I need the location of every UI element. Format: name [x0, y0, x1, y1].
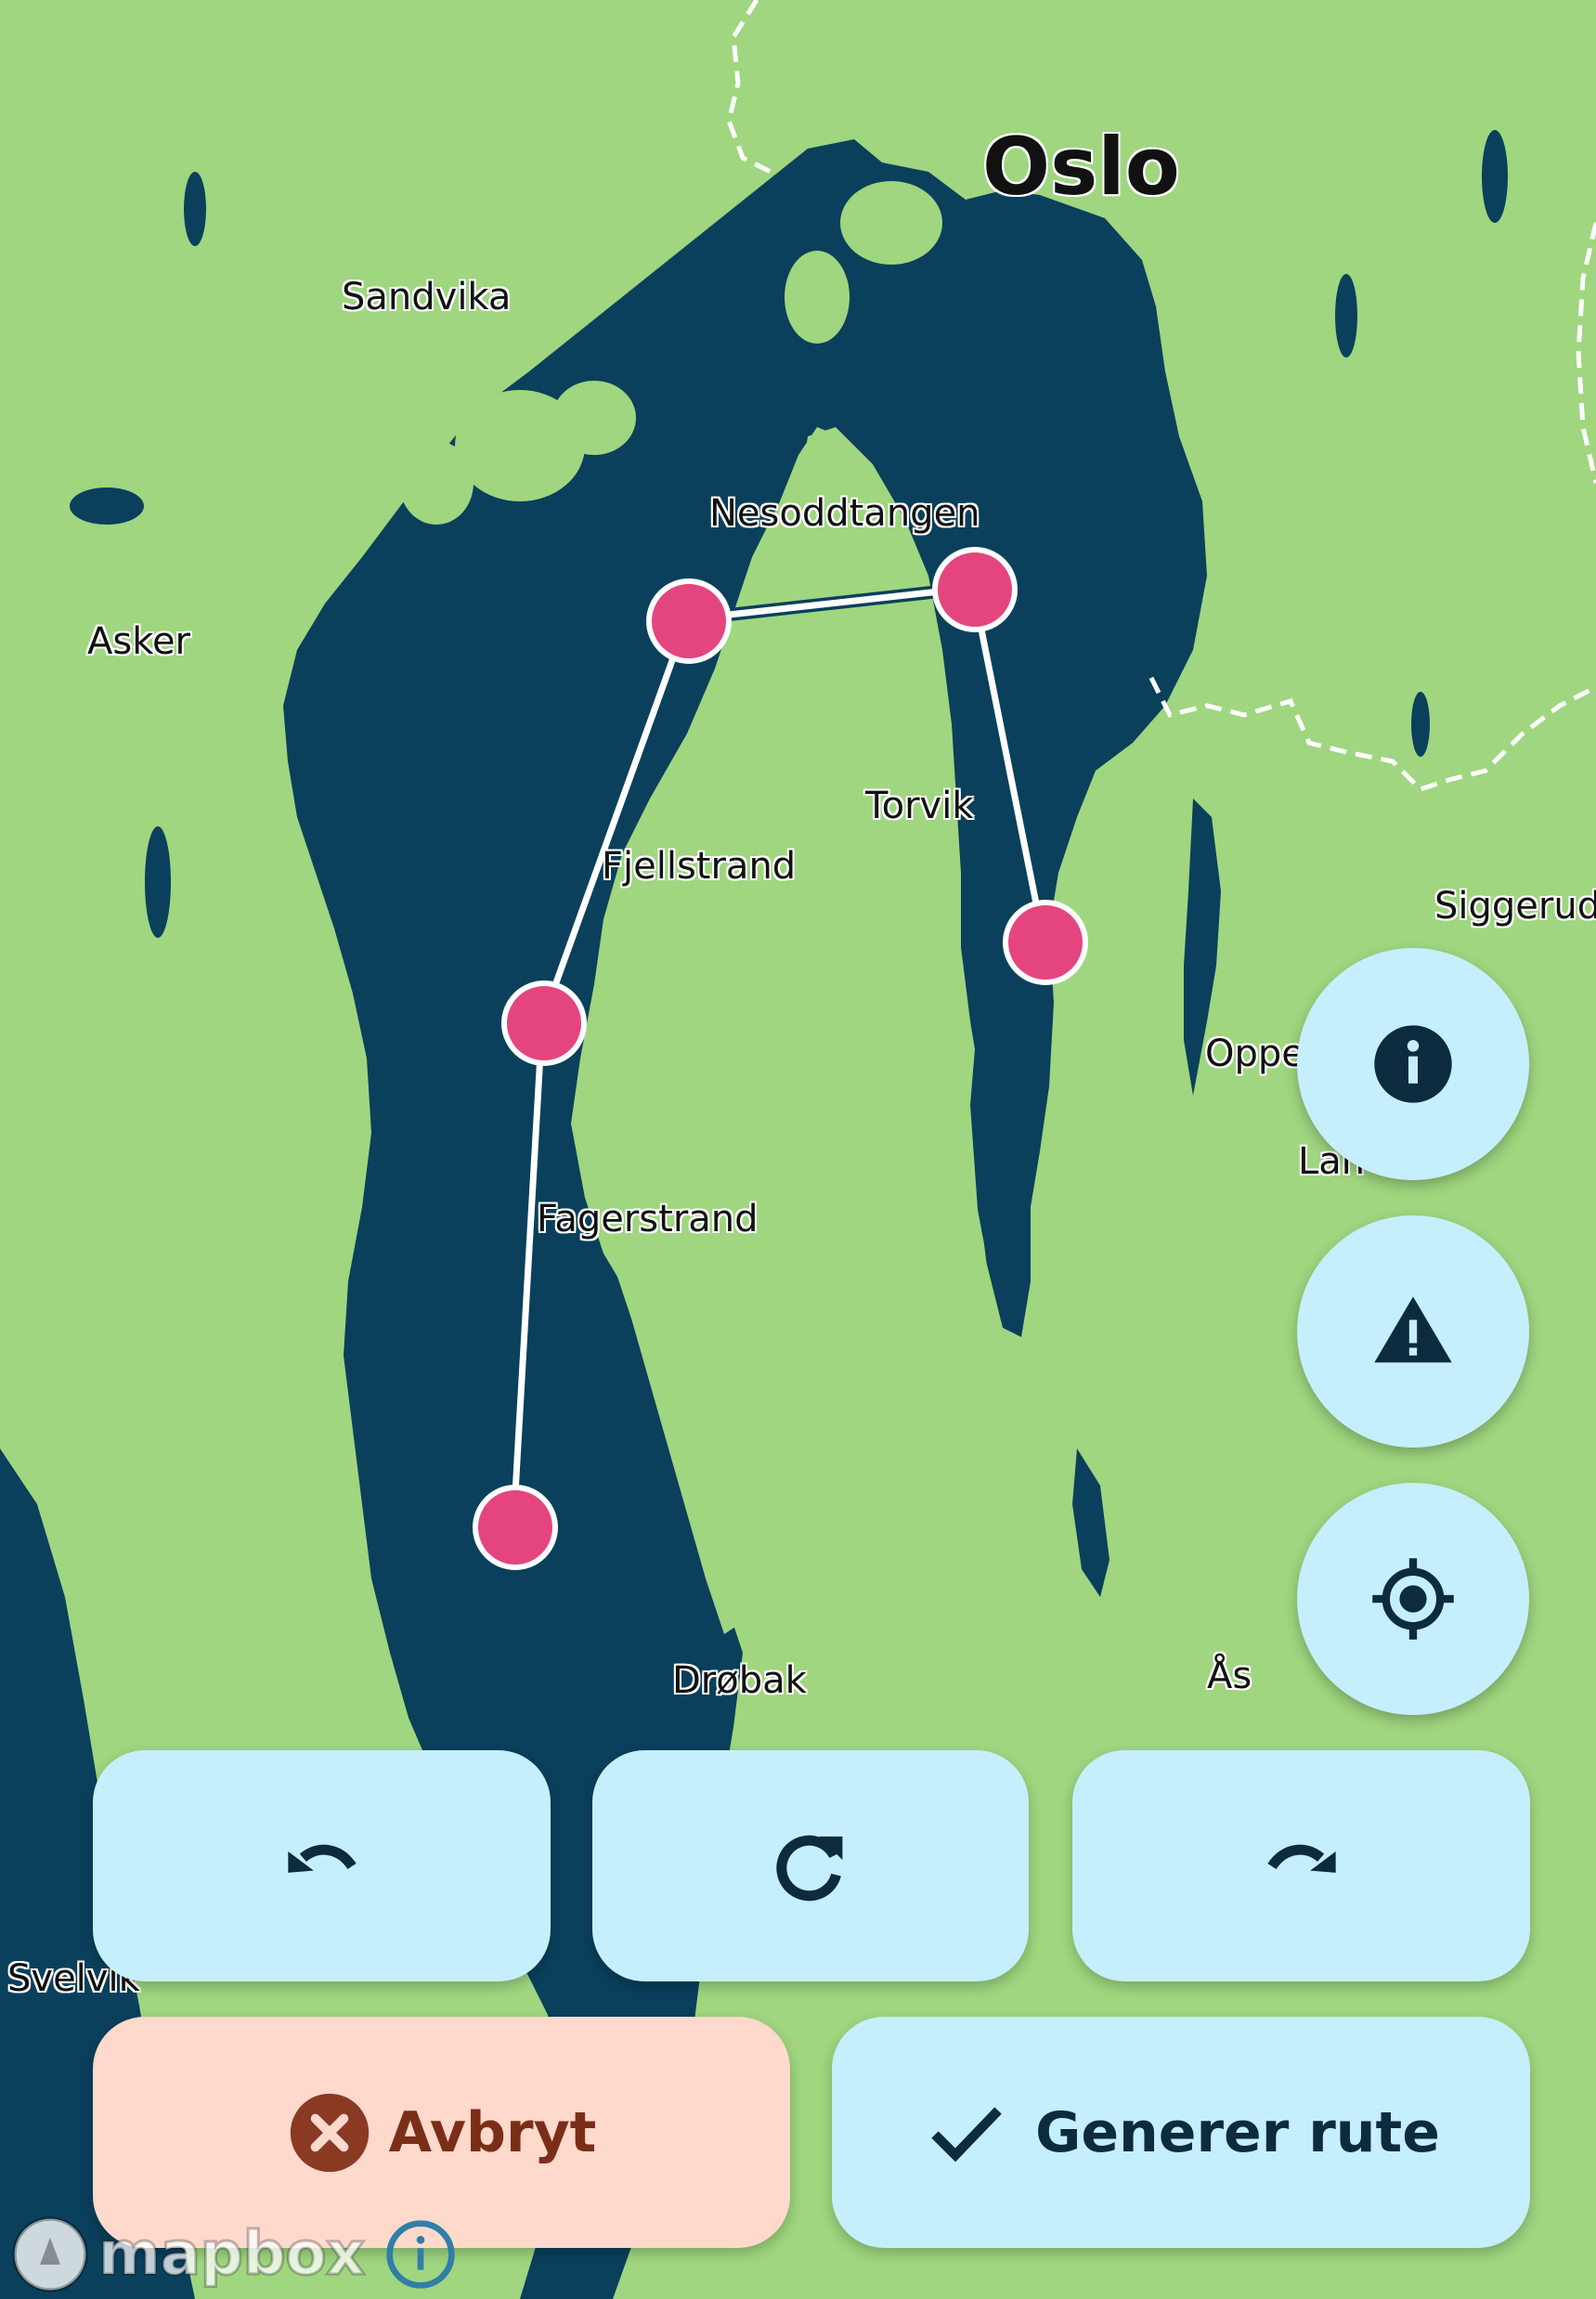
lake	[184, 172, 206, 246]
undo-icon	[287, 1844, 357, 1873]
cancel-circle-icon	[290, 2093, 369, 2172]
route-point-marker[interactable]	[932, 547, 1018, 632]
my-location-button[interactable]	[1297, 1483, 1529, 1715]
island	[785, 251, 850, 344]
route-point-marker[interactable]	[1003, 900, 1088, 985]
lake	[1482, 130, 1508, 223]
reset-button[interactable]	[592, 1750, 1029, 1981]
lake	[1335, 274, 1357, 357]
my-location-icon	[1372, 1558, 1454, 1640]
info-icon	[1374, 1025, 1452, 1103]
undo-button[interactable]	[93, 1750, 551, 1981]
route-point-marker[interactable]	[646, 578, 732, 664]
place-label-fagerstrand: Fagerstrand	[537, 1198, 759, 1240]
mapbox-attribution: mapbox	[9, 2210, 458, 2299]
lake	[145, 826, 171, 938]
island	[552, 381, 636, 455]
place-label-oppe: Oppe	[1205, 1033, 1304, 1075]
generate-route-button[interactable]: Generer rute	[832, 2017, 1530, 2248]
mapbox-logo-icon	[12, 2216, 88, 2293]
checkmark-icon	[931, 2106, 1002, 2162]
place-label-as: Ås	[1207, 1655, 1252, 1697]
refresh-icon	[776, 1835, 843, 1901]
island	[399, 441, 474, 525]
info-button[interactable]	[1297, 948, 1529, 1180]
place-label-torvik: Torvik	[865, 785, 974, 827]
route-point-marker[interactable]	[501, 981, 587, 1066]
lake	[1411, 692, 1430, 757]
place-label-oslo: Oslo	[982, 121, 1180, 214]
cancel-label: Avbryt	[388, 2099, 597, 2165]
attribution-info-icon[interactable]	[383, 2217, 458, 2292]
mapbox-wordmark: mapbox	[97, 2219, 367, 2291]
generate-route-label: Generer rute	[1035, 2099, 1440, 2165]
island	[840, 181, 942, 265]
place-label-siggerud: Siggerud	[1434, 885, 1596, 928]
place-label-fjellstrand: Fjellstrand	[602, 845, 797, 888]
warning-icon	[1374, 1296, 1452, 1363]
redo-icon	[1266, 1844, 1336, 1873]
redo-button[interactable]	[1072, 1750, 1530, 1981]
place-label-asker: Asker	[87, 620, 190, 663]
place-label-sandvika: Sandvika	[342, 276, 512, 318]
lake	[70, 487, 144, 525]
warning-button[interactable]	[1297, 1215, 1529, 1448]
place-label-nesoddtangen: Nesoddtangen	[709, 492, 980, 535]
route-point-marker[interactable]	[473, 1485, 558, 1570]
place-label-drobak: Drøbak	[672, 1659, 807, 1702]
